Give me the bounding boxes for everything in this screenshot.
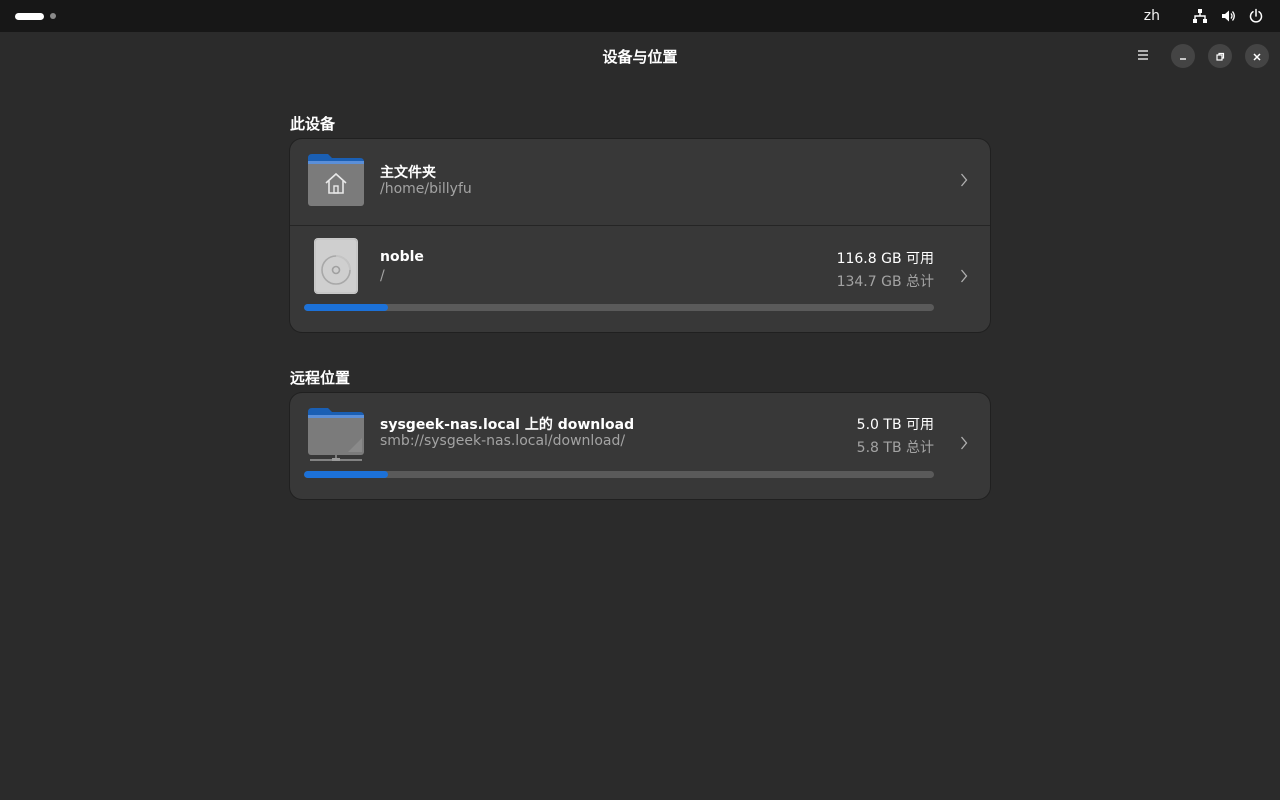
usage-bar-fill	[304, 304, 388, 311]
item-path: smb://sysgeek-nas.local/download/	[380, 433, 626, 449]
usage-bar	[304, 304, 934, 311]
free-space: 5.0 TB 可用	[856, 417, 934, 433]
usage-bar-fill	[304, 471, 389, 478]
drive-icon	[314, 238, 358, 298]
volume-icon	[1220, 8, 1236, 24]
remote-list: sysgeek-nas.local 上的 download smb://sysg…	[290, 393, 990, 499]
activities-button[interactable]	[15, 12, 56, 20]
total-space: 134.7 GB 总计	[836, 274, 934, 290]
menu-icon	[1137, 46, 1149, 65]
list-item-home[interactable]: 主文件夹 /home/billyfu	[290, 139, 990, 225]
workspace-indicator	[50, 13, 56, 19]
main-menu-button[interactable]	[1130, 43, 1156, 67]
item-name: sysgeek-nas.local 上的 download	[380, 417, 635, 433]
item-name: 主文件夹	[380, 165, 436, 181]
restore-icon	[1215, 47, 1225, 66]
item-path: /home/billyfu	[380, 181, 472, 197]
home-folder-icon	[308, 152, 364, 210]
item-path: /	[380, 268, 385, 284]
total-space: 5.8 TB 总计	[856, 440, 934, 456]
list-item-noble[interactable]: noble / 116.8 GB 可用 134.7 GB 总计	[290, 226, 990, 332]
section-title-this-device: 此设备	[290, 115, 336, 133]
status-menu[interactable]	[1192, 8, 1264, 24]
close-icon	[1252, 47, 1262, 66]
item-name: noble	[380, 249, 424, 265]
section-title-remote: 远程位置	[290, 369, 351, 387]
list-item-nas-download[interactable]: sysgeek-nas.local 上的 download smb://sysg…	[290, 393, 990, 499]
restore-button[interactable]	[1208, 44, 1232, 68]
top-bar: zh	[0, 0, 1280, 32]
window-title: 设备与位置	[602, 48, 678, 66]
network-icon	[1192, 8, 1208, 24]
network-folder-icon	[308, 406, 364, 466]
chevron-right-icon	[960, 172, 968, 192]
input-language-indicator[interactable]: zh	[1144, 8, 1160, 24]
close-button[interactable]	[1245, 44, 1269, 68]
system-tray: zh	[1144, 0, 1264, 32]
free-space: 116.8 GB 可用	[836, 251, 934, 267]
workspace-indicator-active	[15, 12, 44, 20]
chevron-right-icon	[960, 268, 968, 288]
minimize-button[interactable]	[1171, 44, 1195, 68]
chevron-right-icon	[960, 435, 968, 455]
usage-bar	[304, 471, 934, 478]
minimize-icon	[1178, 47, 1188, 66]
this-device-list: 主文件夹 /home/billyfu noble / 116.8 GB 可用 1…	[290, 139, 990, 332]
power-icon	[1248, 8, 1264, 24]
header-bar: 设备与位置	[0, 32, 1280, 78]
